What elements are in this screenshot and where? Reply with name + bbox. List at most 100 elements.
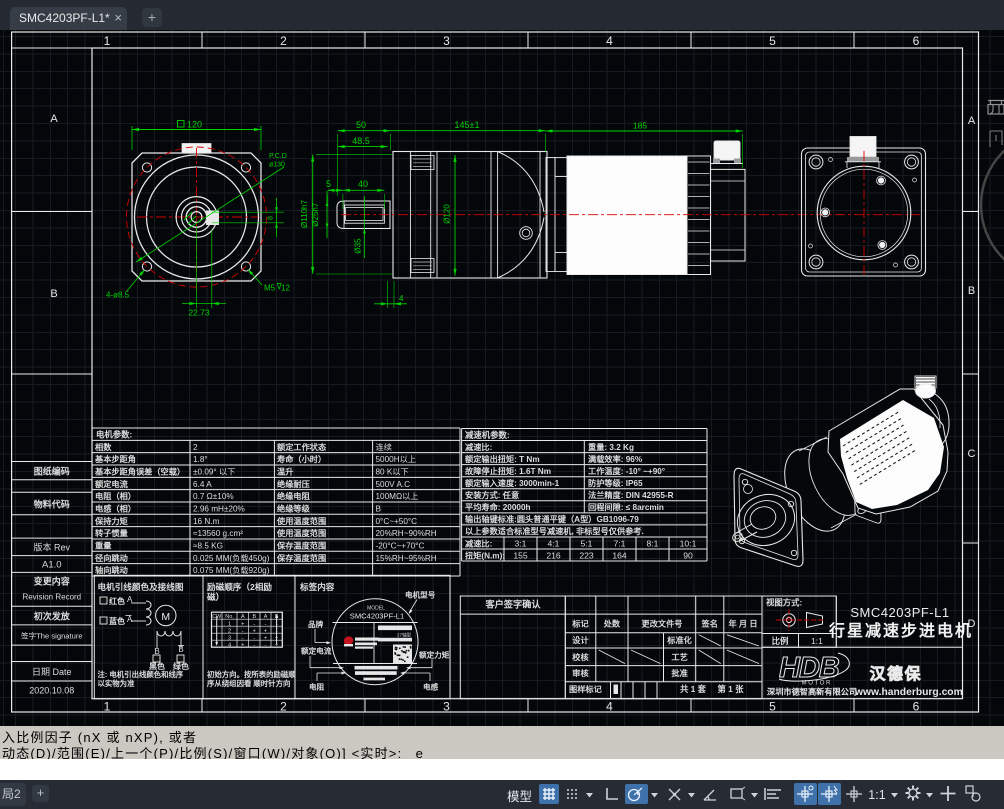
svg-text:-: - xyxy=(265,642,267,648)
svg-text:电阻: 电阻 xyxy=(309,682,325,692)
svg-text:0°C~+50°C: 0°C~+50°C xyxy=(376,517,418,526)
svg-text:视图方式:: 视图方式: xyxy=(766,598,802,608)
svg-text:以实物为准: 以实物为准 xyxy=(98,679,136,688)
svg-text:4: 4 xyxy=(606,699,613,713)
svg-text:1.8°: 1.8° xyxy=(193,455,208,464)
svg-text:155: 155 xyxy=(513,551,528,561)
svg-text:签名: 签名 xyxy=(701,619,718,629)
svg-text:164: 164 xyxy=(612,551,627,561)
svg-text:12: 12 xyxy=(281,284,290,293)
svg-text:减速机参数:: 减速机参数: xyxy=(465,430,510,440)
svg-text:以上参数适合标准型号减速机, 非标型号仅供参考.: 以上参数适合标准型号减速机, 非标型号仅供参考. xyxy=(465,526,644,536)
svg-text:额定工作状态: 额定工作状态 xyxy=(277,442,327,452)
svg-text:HDB: HDB xyxy=(779,652,839,684)
svg-text:2020.10.08: 2020.10.08 xyxy=(29,686,74,696)
svg-text:8:1: 8:1 xyxy=(647,538,659,548)
svg-text:1:1: 1:1 xyxy=(868,788,885,802)
svg-text:温升: 温升 xyxy=(277,466,293,476)
svg-text:15%RH~95%RH: 15%RH~95%RH xyxy=(376,554,437,563)
svg-text:B: B xyxy=(252,614,256,620)
svg-text:+: + xyxy=(264,635,267,641)
svg-text:处数: 处数 xyxy=(603,619,621,629)
svg-text:SMC4203PF-L1: SMC4203PF-L1 xyxy=(350,612,404,621)
svg-text:序从绕组因看 顺时针方向: 序从绕组因看 顺时针方向 xyxy=(206,679,290,688)
svg-text:安装方式: 任意: 安装方式: 任意 xyxy=(465,490,519,500)
svg-text:工作温度: -10° ~+90°: 工作温度: -10° ~+90° xyxy=(588,466,665,476)
svg-text:图样标记: 图样标记 xyxy=(569,684,603,694)
svg-text:20%RH~90%RH: 20%RH~90%RH xyxy=(376,529,437,538)
svg-text:年 月 日: 年 月 日 xyxy=(728,619,757,629)
svg-text:批准: 批准 xyxy=(671,668,687,678)
svg-text:比例: 比例 xyxy=(772,636,789,646)
svg-text:绝缘等级: 绝缘等级 xyxy=(277,503,311,513)
svg-text:SMC4203PF-L1: SMC4203PF-L1 xyxy=(850,605,949,620)
svg-text:5: 5 xyxy=(769,34,776,48)
svg-text:16 N.m: 16 N.m xyxy=(193,517,220,526)
svg-text:-: - xyxy=(253,621,255,627)
svg-text:4: 4 xyxy=(606,34,613,48)
svg-text:额定输出扭矩: T Nm: 额定输出扭矩: T Nm xyxy=(465,454,540,464)
svg-text:B: B xyxy=(968,285,975,297)
svg-text:223: 223 xyxy=(579,551,594,561)
svg-text:共 1 套: 共 1 套 xyxy=(680,684,707,694)
svg-text:B: B xyxy=(376,504,382,513)
svg-text:5:1: 5:1 xyxy=(581,538,593,548)
svg-text:故障停止扭矩: 1.6T Nm: 故障停止扭矩: 1.6T Nm xyxy=(465,466,551,476)
svg-text:5: 5 xyxy=(326,179,331,189)
svg-text:500V A.C: 500V A.C xyxy=(376,480,411,489)
svg-text:回程间隙: ≤ 8arcmin: 回程间隙: ≤ 8arcmin xyxy=(588,502,664,512)
svg-text:基本步距角: 基本步距角 xyxy=(94,454,136,464)
svg-text:Ø35: Ø35 xyxy=(354,238,363,254)
svg-text:电感: 电感 xyxy=(423,682,439,692)
svg-text:保存温度范围: 保存温度范围 xyxy=(276,553,326,563)
svg-text:-20°C~+70°C: -20°C~+70°C xyxy=(376,541,425,550)
svg-text:100MΩ以上: 100MΩ以上 xyxy=(376,492,419,501)
svg-text:审核: 审核 xyxy=(572,668,589,678)
svg-text:+: + xyxy=(253,628,256,634)
svg-text:5000H以上: 5000H以上 xyxy=(376,455,417,464)
svg-text:22.73: 22.73 xyxy=(188,308,210,318)
svg-text:P.C.D: P.C.D xyxy=(269,153,287,160)
svg-text:输出轴键标准:圆头普通平键（A型）GB1096-79: 输出轴键标准:圆头普通平键（A型）GB1096-79 xyxy=(465,514,639,524)
svg-text:防护等级: IP65: 防护等级: IP65 xyxy=(588,478,643,488)
svg-text:绝缘耐压: 绝缘耐压 xyxy=(277,479,310,489)
svg-text:使用温度范围: 使用温度范围 xyxy=(276,528,326,538)
svg-text:日期 Date: 日期 Date xyxy=(32,667,72,677)
svg-text:216: 216 xyxy=(546,551,561,561)
svg-text:M O T O R: M O T O R xyxy=(802,681,831,687)
svg-text:2: 2 xyxy=(280,699,287,713)
svg-text:1: 1 xyxy=(104,34,111,48)
svg-text:145±1: 145±1 xyxy=(455,120,480,130)
svg-text:6.4 A: 6.4 A xyxy=(193,480,212,489)
svg-text:校核: 校核 xyxy=(572,652,589,662)
svg-text:10:1: 10:1 xyxy=(680,538,697,548)
svg-text:额定力矩: 额定力矩 xyxy=(419,650,450,660)
svg-text:电机引线颜色及接线图: 电机引线颜色及接线图 xyxy=(98,581,184,592)
svg-text:相数: 相数 xyxy=(95,442,112,452)
svg-text:≈13560 g.cm²: ≈13560 g.cm² xyxy=(193,529,243,538)
svg-text:深圳市德智高新有限公司: 深圳市德智高新有限公司 xyxy=(767,687,857,697)
svg-text:+: + xyxy=(241,621,244,627)
svg-text:寿命（小时）: 寿命（小时） xyxy=(276,454,326,464)
svg-text:磁）: 磁） xyxy=(207,591,224,602)
svg-text:满载效率: 96%: 满载效率: 96% xyxy=(588,454,643,464)
svg-text:0.075 MM(负载920g): 0.075 MM(负载920g) xyxy=(193,565,270,575)
svg-text:3: 3 xyxy=(228,635,231,641)
svg-text:0.7 Ω±10%: 0.7 Ω±10% xyxy=(193,492,234,501)
svg-text:电阻（相）: 电阻（相） xyxy=(95,491,136,501)
svg-text:120: 120 xyxy=(187,120,202,130)
svg-text:3: 3 xyxy=(443,699,450,713)
svg-text:励磁顺序（2相励: 励磁顺序（2相励 xyxy=(207,581,272,592)
svg-text:CW: CW xyxy=(212,614,222,620)
svg-text:标签内容: 标签内容 xyxy=(299,581,335,592)
svg-text:转子惯量: 转子惯量 xyxy=(95,528,128,538)
svg-text:3: 3 xyxy=(443,34,450,48)
svg-text:M5: M5 xyxy=(264,284,276,293)
svg-text:-: - xyxy=(265,621,267,627)
svg-text:品牌: 品牌 xyxy=(308,619,324,629)
svg-text:减速比:: 减速比: xyxy=(465,442,492,452)
svg-text:汉德保: 汉德保 xyxy=(870,664,923,683)
svg-text:基本步距角误差（空载）: 基本步距角误差（空载） xyxy=(94,466,185,476)
svg-text:Ø110h7: Ø110h7 xyxy=(300,200,309,228)
svg-text:Ø120: Ø120 xyxy=(443,204,452,224)
